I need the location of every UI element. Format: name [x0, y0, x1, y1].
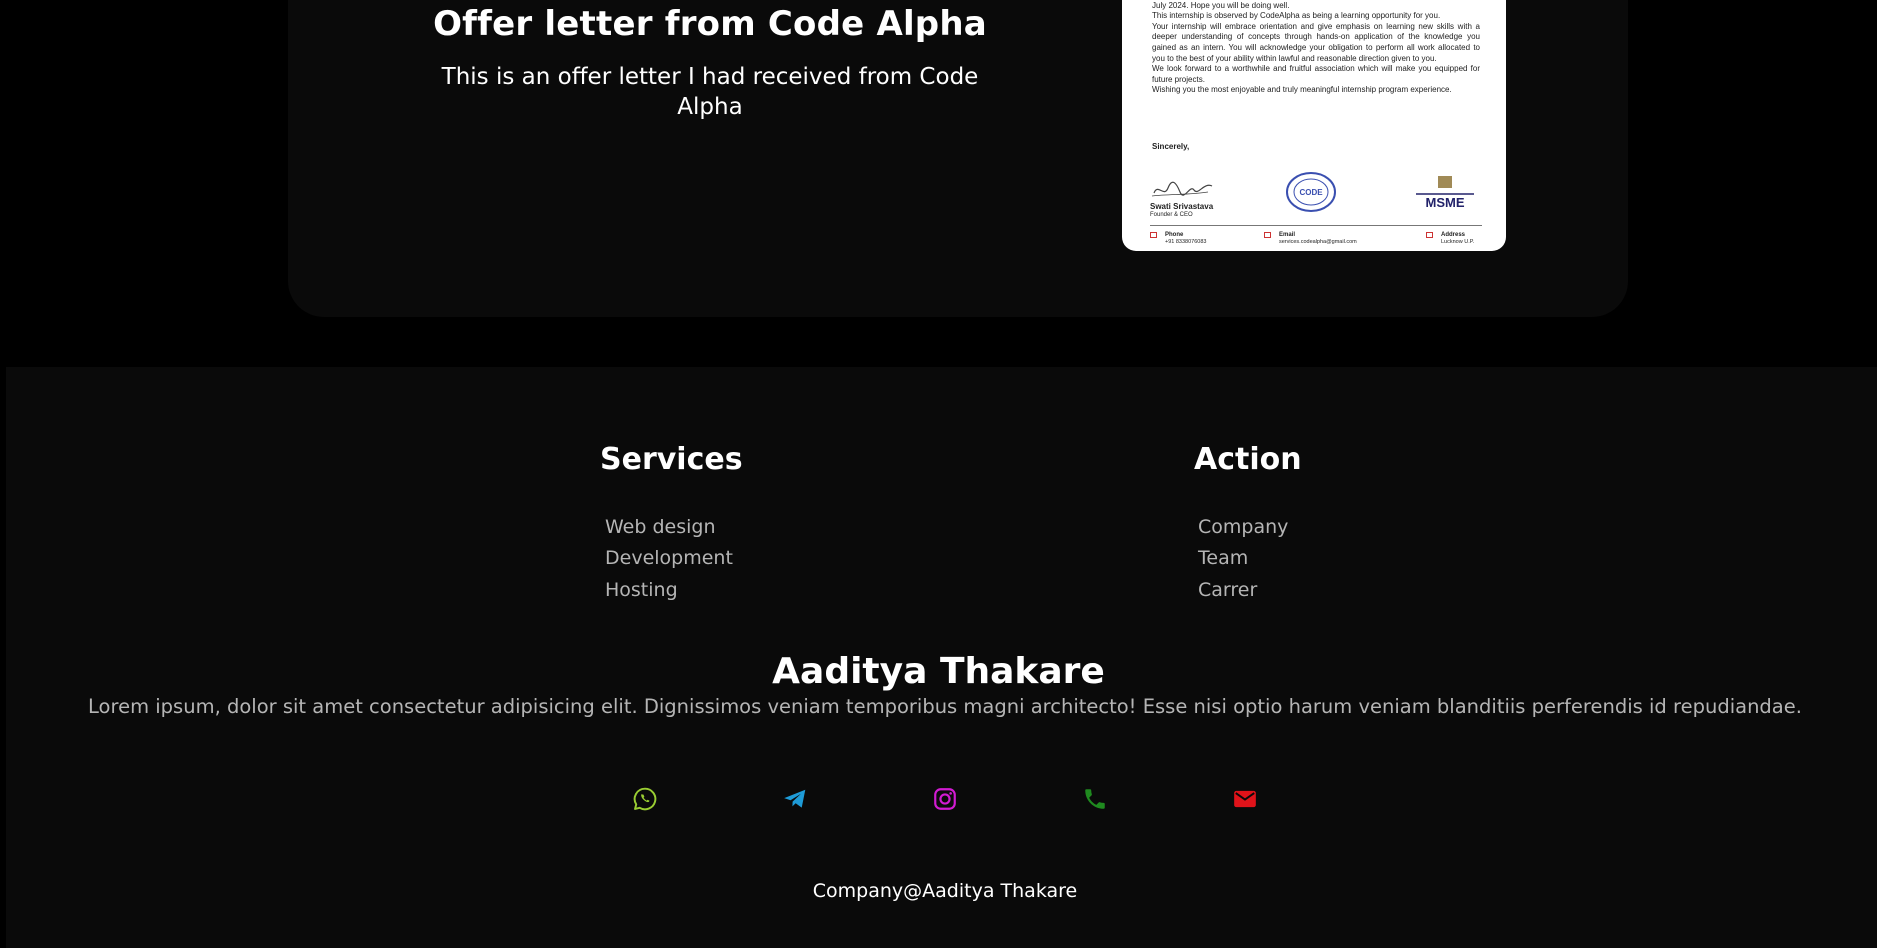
action-heading: Action: [1194, 442, 1302, 477]
svg-text:CODE: CODE: [1299, 188, 1323, 197]
letter-paragraph: Your internship will embrace orientation…: [1152, 21, 1480, 63]
letter-divider: [1150, 225, 1482, 226]
address-value: Lucknow U.P.: [1441, 238, 1475, 245]
footer-link-web-design[interactable]: Web design: [605, 516, 716, 538]
instagram-icon: [934, 788, 956, 810]
footer-link-team[interactable]: Team: [1198, 547, 1248, 569]
phone-label: Phone: [1165, 232, 1184, 238]
location-icon: [1426, 232, 1433, 238]
letter-paragraph: Wishing you the most enjoyable and truly…: [1152, 85, 1452, 95]
footer-link-hosting[interactable]: Hosting: [605, 579, 678, 601]
letter-phone: Phone +91 8338076083: [1150, 232, 1206, 245]
offer-letter-title: Offer letter from Code Alpha: [433, 4, 987, 44]
footer-brand-name: Aaditya Thakare: [772, 651, 1105, 692]
signature-image: [1151, 181, 1213, 197]
letter-address: Address Lucknow U.P.: [1426, 232, 1474, 245]
services-heading: Services: [600, 442, 743, 477]
letter-text: internship at CodeAlpha and welcome you …: [1152, 0, 1480, 96]
telegram-icon: [784, 789, 806, 808]
email-label: Email: [1279, 232, 1296, 238]
whatsapp-button[interactable]: [631, 785, 659, 813]
phone-button[interactable]: [1081, 785, 1109, 813]
msme-logo: MSME: [1416, 176, 1474, 210]
instagram-button[interactable]: [931, 785, 959, 813]
offer-letter-image: internship at CodeAlpha and welcome you …: [1122, 0, 1506, 251]
phone-icon: [1085, 789, 1105, 809]
footer-description: Lorem ipsum, dolor sit amet consectetur …: [88, 695, 1802, 718]
signer-name: Swati Srivastava: [1150, 202, 1214, 211]
letter-closing: Sincerely,: [1152, 142, 1190, 151]
svg-text:MSME: MSME: [1426, 195, 1465, 210]
letter-email: Email services.codealpha@gmail.com: [1264, 232, 1357, 245]
footer-link-development[interactable]: Development: [605, 547, 733, 569]
mail-icon: [1234, 790, 1256, 808]
letter-paragraph: This internship is observed by CodeAlpha…: [1152, 11, 1441, 21]
whatsapp-icon: [633, 787, 657, 811]
phone-icon: [1150, 232, 1157, 238]
phone-value: +91 8338076083: [1165, 238, 1207, 245]
letter-paragraph: We look forward to a worthwhile and frui…: [1152, 64, 1480, 84]
company-seal-stamp: CODE: [1286, 172, 1336, 212]
footer-copyright: Company@Aaditya Thakare: [812, 880, 1078, 902]
footer-link-company[interactable]: Company: [1198, 516, 1288, 538]
offer-letter-subtitle: This is an offer letter I had received f…: [441, 64, 979, 120]
signer-role: Founder & CEO: [1150, 212, 1193, 218]
telegram-button[interactable]: [781, 785, 809, 813]
email-value: services.codealpha@gmail.com: [1279, 238, 1357, 245]
letter-paragraph: internship at CodeAlpha and welcome you …: [1152, 0, 1290, 10]
address-label: Address: [1441, 232, 1466, 238]
mail-button[interactable]: [1231, 785, 1259, 813]
footer-link-carrer[interactable]: Carrer: [1198, 579, 1257, 601]
email-icon: [1264, 232, 1271, 238]
